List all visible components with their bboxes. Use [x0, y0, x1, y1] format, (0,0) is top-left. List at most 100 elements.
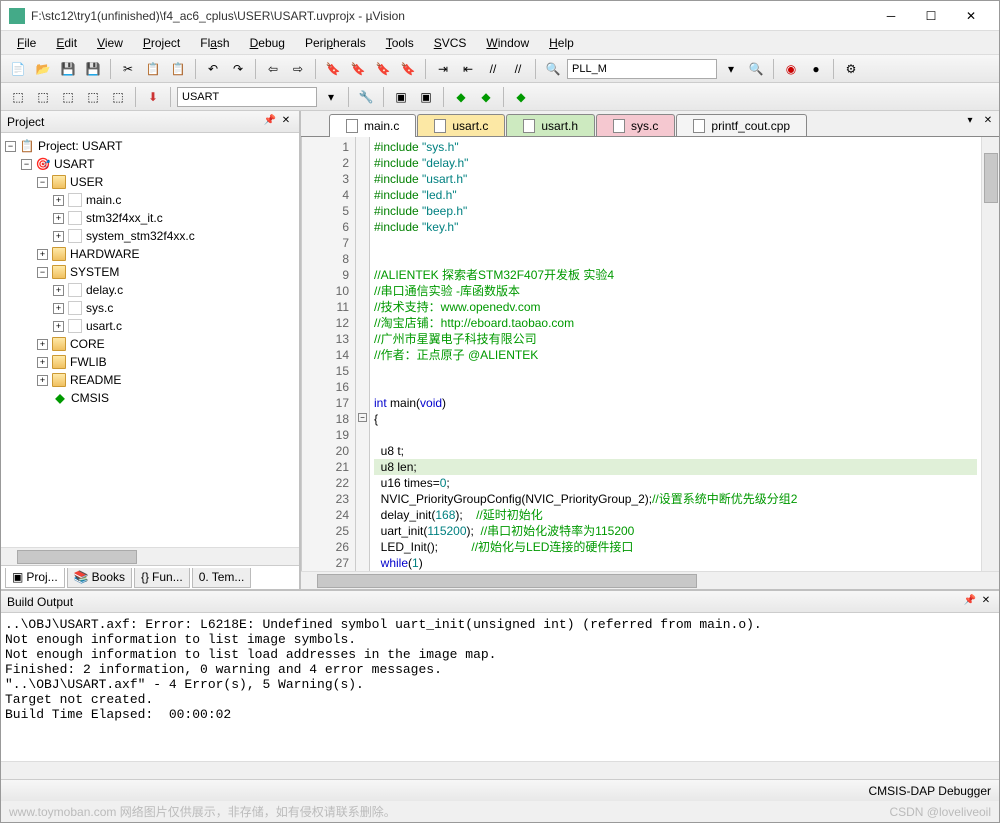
tree-toggle[interactable]: +	[37, 357, 48, 368]
tree-file[interactable]: +system_stm32f4xx.c	[5, 227, 295, 245]
tree-file[interactable]: +delay.c	[5, 281, 295, 299]
build-scroll-h[interactable]	[1, 761, 999, 779]
minimize-button[interactable]: ─	[871, 2, 911, 30]
tree-toggle[interactable]: +	[53, 195, 64, 206]
tree-file[interactable]: +sys.c	[5, 299, 295, 317]
tree-toggle[interactable]: +	[37, 339, 48, 350]
save-all-icon[interactable]: 💾	[82, 58, 104, 80]
tree-group[interactable]: +HARDWARE	[5, 245, 295, 263]
target-dropdown-icon[interactable]: ▾	[320, 86, 342, 108]
pin-icon[interactable]: 📌	[263, 115, 277, 129]
project-tree[interactable]: −📋Project: USART −🎯USART −USER+main.c+st…	[1, 133, 299, 547]
menu-window[interactable]: Window	[478, 34, 537, 52]
uncomment-icon[interactable]: //	[507, 58, 529, 80]
menu-flash[interactable]: Flash	[192, 34, 237, 52]
bookmark-prev-icon[interactable]: 🔖	[347, 58, 369, 80]
build-icon[interactable]: ⬚	[32, 86, 54, 108]
save-icon[interactable]: 💾	[57, 58, 79, 80]
tree-group[interactable]: +CORE	[5, 335, 295, 353]
tree-scroll-h[interactable]	[1, 547, 299, 565]
editor-tab[interactable]: usart.c	[417, 114, 505, 136]
outdent-icon[interactable]: ⇤	[457, 58, 479, 80]
manage2-icon[interactable]: ▣	[415, 86, 437, 108]
find-in-files-icon[interactable]: 🔍	[745, 58, 767, 80]
scroll-thumb[interactable]	[17, 550, 137, 564]
menu-debug[interactable]: Debug	[242, 34, 293, 52]
paste-icon[interactable]: 📋	[167, 58, 189, 80]
nav-fwd-icon[interactable]: ⇨	[287, 58, 309, 80]
tab-templates[interactable]: 0.Tem...	[192, 568, 252, 588]
tree-root[interactable]: Project: USART	[38, 139, 122, 153]
menu-file[interactable]: File	[9, 34, 44, 52]
rte-icon[interactable]: ◆	[510, 86, 532, 108]
comment-icon[interactable]: //	[482, 58, 504, 80]
tree-toggle[interactable]: −	[37, 267, 48, 278]
tree-group[interactable]: −SYSTEM	[5, 263, 295, 281]
options-icon[interactable]: 🔧	[355, 86, 377, 108]
build-output-text[interactable]: ..\OBJ\USART.axf: Error: L6218E: Undefin…	[1, 613, 999, 761]
search-combo[interactable]	[567, 59, 717, 79]
pack2-icon[interactable]: ◆	[475, 86, 497, 108]
tree-toggle[interactable]: +	[53, 321, 64, 332]
editor-tab[interactable]: main.c	[329, 114, 416, 137]
menu-tools[interactable]: Tools	[378, 34, 422, 52]
menu-view[interactable]: View	[89, 34, 131, 52]
maximize-button[interactable]: ☐	[911, 2, 951, 30]
fold-gutter[interactable]: −	[356, 137, 370, 571]
breakpoint-icon[interactable]: ●	[805, 58, 827, 80]
tree-file[interactable]: +stm32f4xx_it.c	[5, 209, 295, 227]
stop-build-icon[interactable]: ⬚	[107, 86, 129, 108]
tab-functions[interactable]: {}Fun...	[134, 568, 190, 588]
editor-scroll-h[interactable]	[301, 571, 999, 589]
copy-icon[interactable]: 📋	[142, 58, 164, 80]
tree-toggle[interactable]: −	[5, 141, 16, 152]
editor-scroll-v[interactable]	[981, 137, 999, 571]
scroll-thumb[interactable]	[317, 574, 697, 588]
batch-build-icon[interactable]: ⬚	[82, 86, 104, 108]
indent-icon[interactable]: ⇥	[432, 58, 454, 80]
bookmark-icon[interactable]: 🔖	[322, 58, 344, 80]
menu-svcs[interactable]: SVCS	[426, 34, 475, 52]
tree-cmsis[interactable]: CMSIS	[71, 391, 109, 405]
menu-peripherals[interactable]: Peripherals	[297, 34, 374, 52]
tree-target[interactable]: USART	[54, 157, 94, 171]
pack-icon[interactable]: ◆	[450, 86, 472, 108]
open-file-icon[interactable]: 📂	[32, 58, 54, 80]
tree-toggle[interactable]: +	[37, 375, 48, 386]
redo-icon[interactable]: ↷	[227, 58, 249, 80]
tree-group[interactable]: +README	[5, 371, 295, 389]
pin-icon[interactable]: 📌	[963, 595, 977, 609]
panel-close-icon[interactable]: ✕	[979, 595, 993, 609]
tab-books[interactable]: 📚Books	[67, 568, 132, 588]
editor-tab[interactable]: sys.c	[596, 114, 675, 136]
tree-file[interactable]: +main.c	[5, 191, 295, 209]
new-file-icon[interactable]: 📄	[7, 58, 29, 80]
tree-toggle[interactable]: −	[21, 159, 32, 170]
bookmark-clear-icon[interactable]: 🔖	[397, 58, 419, 80]
manage-icon[interactable]: ▣	[390, 86, 412, 108]
tree-file[interactable]: +usart.c	[5, 317, 295, 335]
panel-close-icon[interactable]: ✕	[279, 115, 293, 129]
debug-icon[interactable]: ◉	[780, 58, 802, 80]
find-icon[interactable]: 🔍	[542, 58, 564, 80]
target-combo[interactable]	[177, 87, 317, 107]
cut-icon[interactable]: ✂	[117, 58, 139, 80]
translate-icon[interactable]: ⬚	[7, 86, 29, 108]
bookmark-next-icon[interactable]: 🔖	[372, 58, 394, 80]
menu-edit[interactable]: Edit	[48, 34, 85, 52]
tree-toggle[interactable]: +	[53, 231, 64, 242]
tab-project[interactable]: ▣Proj...	[5, 568, 65, 588]
scroll-thumb[interactable]	[984, 153, 998, 203]
config-icon[interactable]: ⚙	[840, 58, 862, 80]
close-button[interactable]: ✕	[951, 2, 991, 30]
editor-tab[interactable]: printf_cout.cpp	[676, 114, 807, 136]
editor-tab[interactable]: usart.h	[506, 114, 595, 136]
tree-toggle[interactable]: +	[53, 213, 64, 224]
tab-close-icon[interactable]: ✕	[981, 115, 995, 129]
menu-project[interactable]: Project	[135, 34, 188, 52]
tree-group[interactable]: −USER	[5, 173, 295, 191]
tree-toggle[interactable]: +	[37, 249, 48, 260]
nav-back-icon[interactable]: ⇦	[262, 58, 284, 80]
search-dropdown-icon[interactable]: ▾	[720, 58, 742, 80]
tree-toggle[interactable]: +	[53, 303, 64, 314]
